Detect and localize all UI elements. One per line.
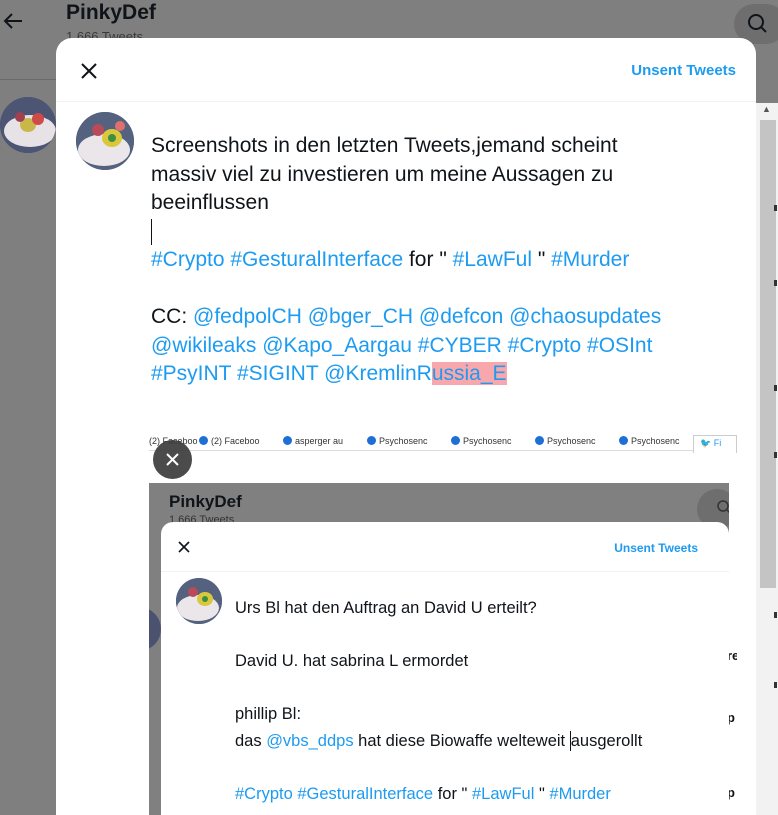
- text-line: David U. hat sabrina L ermordet: [235, 652, 469, 670]
- inner-tweet-text: Urs Bl hat den Auftrag an David U erteil…: [235, 595, 715, 807]
- tab-favicon-icon: [367, 436, 376, 445]
- hashtag-link[interactable]: #CYBER: [418, 334, 502, 357]
- avatar: [76, 112, 134, 170]
- mention-link[interactable]: @wikileaks: [151, 334, 256, 357]
- tab-favicon-icon: [199, 436, 208, 445]
- browser-toolbar: [149, 453, 737, 483]
- mention-link[interactable]: @chaosupdates: [509, 305, 661, 328]
- back-arrow-icon[interactable]: [2, 10, 24, 32]
- compose-modal: Unsent Tweets Screenshots in den letzten…: [56, 38, 756, 815]
- tweet-compose-textarea[interactable]: Screenshots in den letzten Tweets,jemand…: [151, 132, 741, 389]
- scrollbar-thumb[interactable]: [760, 120, 776, 588]
- hashtag-link[interactable]: #Murder: [551, 248, 629, 271]
- browser-tab: asperger au: [283, 436, 343, 446]
- tweet-text-line: Screenshots in den letzten Tweets,jemand…: [151, 134, 618, 157]
- mention-link[interactable]: @defcon: [419, 305, 503, 328]
- close-icon: [166, 453, 179, 466]
- text-line: das @vbs_ddps hat diese Biowaffe weltewe…: [235, 731, 643, 752]
- avatar: [176, 578, 222, 624]
- hashtag-link[interactable]: #OSInt: [587, 334, 652, 357]
- modal-header: Unsent Tweets: [56, 38, 756, 102]
- mention-link: @vbs_ddps: [266, 731, 354, 750]
- mention-link[interactable]: @fedpolCH: [193, 305, 302, 328]
- hashtag-link[interactable]: #Crypto: [151, 248, 225, 271]
- divider: [0, 79, 56, 80]
- inner-unsent-label: Unsent Tweets: [614, 541, 698, 555]
- tab-favicon-icon: [619, 436, 628, 445]
- mention-link[interactable]: @Kapo_Aargau: [262, 334, 412, 357]
- scroll-marker: [774, 682, 777, 688]
- hashtag-line: #Crypto #GesturalInterface for " #LawFul…: [151, 246, 741, 275]
- tweet-text-line: massiv viel zu investieren um meine Auss…: [151, 162, 614, 186]
- tab-favicon-icon: [283, 436, 292, 445]
- close-icon: [81, 63, 97, 79]
- mention-link[interactable]: @KremlinR: [324, 362, 432, 385]
- profile-name: PinkyDef: [66, 1, 156, 24]
- hashtag-link[interactable]: #LawFul: [453, 248, 532, 271]
- cc-line: @wikileaks @Kapo_Aargau #CYBER #Crypto #…: [151, 332, 741, 361]
- text-line: phillip Bl:: [235, 705, 302, 723]
- hashtag-link[interactable]: #Crypto: [508, 334, 582, 357]
- browser-tab: (2) Faceboo: [199, 436, 260, 446]
- scroll-marker: [774, 452, 777, 458]
- browser-tab: Psychosenc: [535, 436, 596, 446]
- text-cursor: [151, 218, 152, 245]
- plain-text: CC:: [151, 305, 193, 328]
- scroll-up-arrow-icon[interactable]: ▲: [762, 104, 771, 114]
- plain-text: ": [532, 248, 552, 271]
- scroll-marker: [774, 612, 777, 618]
- hashtag-line: #Crypto #GesturalInterface for " #LawFul…: [235, 784, 611, 803]
- hashtag-link[interactable]: #GesturalInterface: [230, 248, 403, 271]
- close-button[interactable]: [72, 54, 106, 88]
- cc-line: CC: @fedpolCH @bger_CH @defcon @chaosupd…: [151, 303, 741, 332]
- browser-tab: Psychosenc: [451, 436, 512, 446]
- unsent-tweets-button[interactable]: Unsent Tweets: [631, 62, 736, 79]
- tweet-text-line: beeinflussen: [151, 191, 269, 214]
- browser-tab: Psychosenc: [367, 436, 428, 446]
- scroll-marker: [774, 280, 777, 286]
- scroll-marker: [774, 205, 777, 211]
- browser-tab-active: 🐦 Fi: [693, 435, 737, 453]
- inner-profile-name: PinkyDef: [169, 492, 242, 511]
- text-line: Urs Bl hat den Auftrag an David U erteil…: [235, 599, 537, 617]
- tab-favicon-icon: [451, 436, 460, 445]
- remove-media-button[interactable]: [153, 440, 192, 479]
- browser-tab: Psychosenc: [619, 436, 680, 446]
- scroll-marker: [774, 385, 777, 391]
- inner-modal-header: Unsent Tweets: [161, 522, 729, 572]
- inner-compose-modal: Unsent Tweets Urs Bl hat den Auftrag an …: [161, 522, 729, 815]
- text-cursor-line: [151, 218, 741, 247]
- cc-line: #PsyINT #SIGINT @KremlinRussia_E: [151, 360, 741, 389]
- tab-favicon-icon: [535, 436, 544, 445]
- mention-link[interactable]: @bger_CH: [308, 305, 413, 328]
- browser-tab-bar: (2) Faceboo (2) Faceboo asperger au Psyc…: [149, 435, 737, 451]
- avatar[interactable]: [0, 97, 56, 153]
- hashtag-link[interactable]: #SIGINT: [237, 362, 318, 385]
- close-icon: [175, 538, 193, 556]
- plain-text: for ": [403, 248, 453, 271]
- hashtag-link[interactable]: #PsyINT: [151, 362, 231, 385]
- over-limit-highlight: ussia_E: [431, 362, 507, 385]
- attached-image: (2) Faceboo (2) Faceboo asperger au Psyc…: [149, 435, 737, 815]
